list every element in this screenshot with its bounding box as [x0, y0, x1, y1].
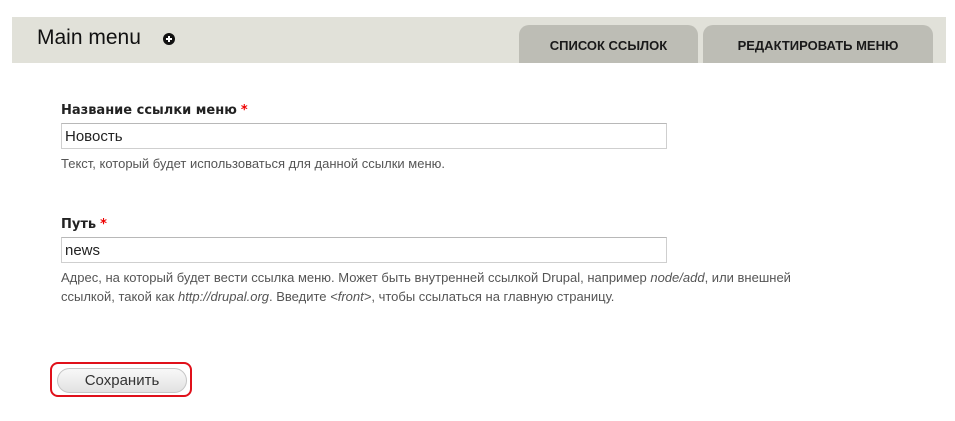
path-label: Путь *	[61, 217, 107, 233]
page-header: Main menu СПИСОК ССЫЛОК РЕДАКТИРОВАТЬ МЕ…	[12, 17, 946, 63]
save-button[interactable]: Сохранить	[57, 368, 187, 393]
page: Main menu СПИСОК ССЫЛОК РЕДАКТИРОВАТЬ МЕ…	[0, 0, 955, 421]
path-example-front: <front>	[330, 289, 372, 304]
add-shortcut-icon[interactable]	[163, 33, 175, 45]
path-description-text: , чтобы ссылаться на главную страницу.	[371, 289, 615, 304]
path-example-internal: node/add	[650, 270, 705, 285]
tab-link-list[interactable]: СПИСОК ССЫЛОК	[519, 25, 698, 63]
tab-edit-menu[interactable]: РЕДАКТИРОВАТЬ МЕНЮ	[703, 25, 933, 63]
path-label-text: Путь	[61, 217, 97, 232]
required-marker: *	[100, 217, 107, 232]
link-title-label: Название ссылки меню *	[61, 103, 248, 119]
path-description-text: , или внешней	[704, 270, 791, 285]
path-description: Адрес, на который будет вести ссылка мен…	[61, 268, 911, 306]
link-title-description: Текст, который будет использоваться для …	[61, 156, 445, 171]
page-title: Main menu	[37, 26, 141, 49]
link-title-input[interactable]	[61, 123, 667, 149]
path-description-text: Адрес, на который будет вести ссылка мен…	[61, 270, 651, 285]
required-marker: *	[240, 103, 248, 118]
path-example-external: http://drupal.org	[177, 289, 270, 304]
link-title-label-text: Название ссылки меню	[61, 103, 237, 118]
path-description-text: . Введите	[269, 289, 331, 304]
path-input[interactable]	[61, 237, 667, 263]
path-description-text: ссылкой, такой как	[61, 289, 178, 304]
